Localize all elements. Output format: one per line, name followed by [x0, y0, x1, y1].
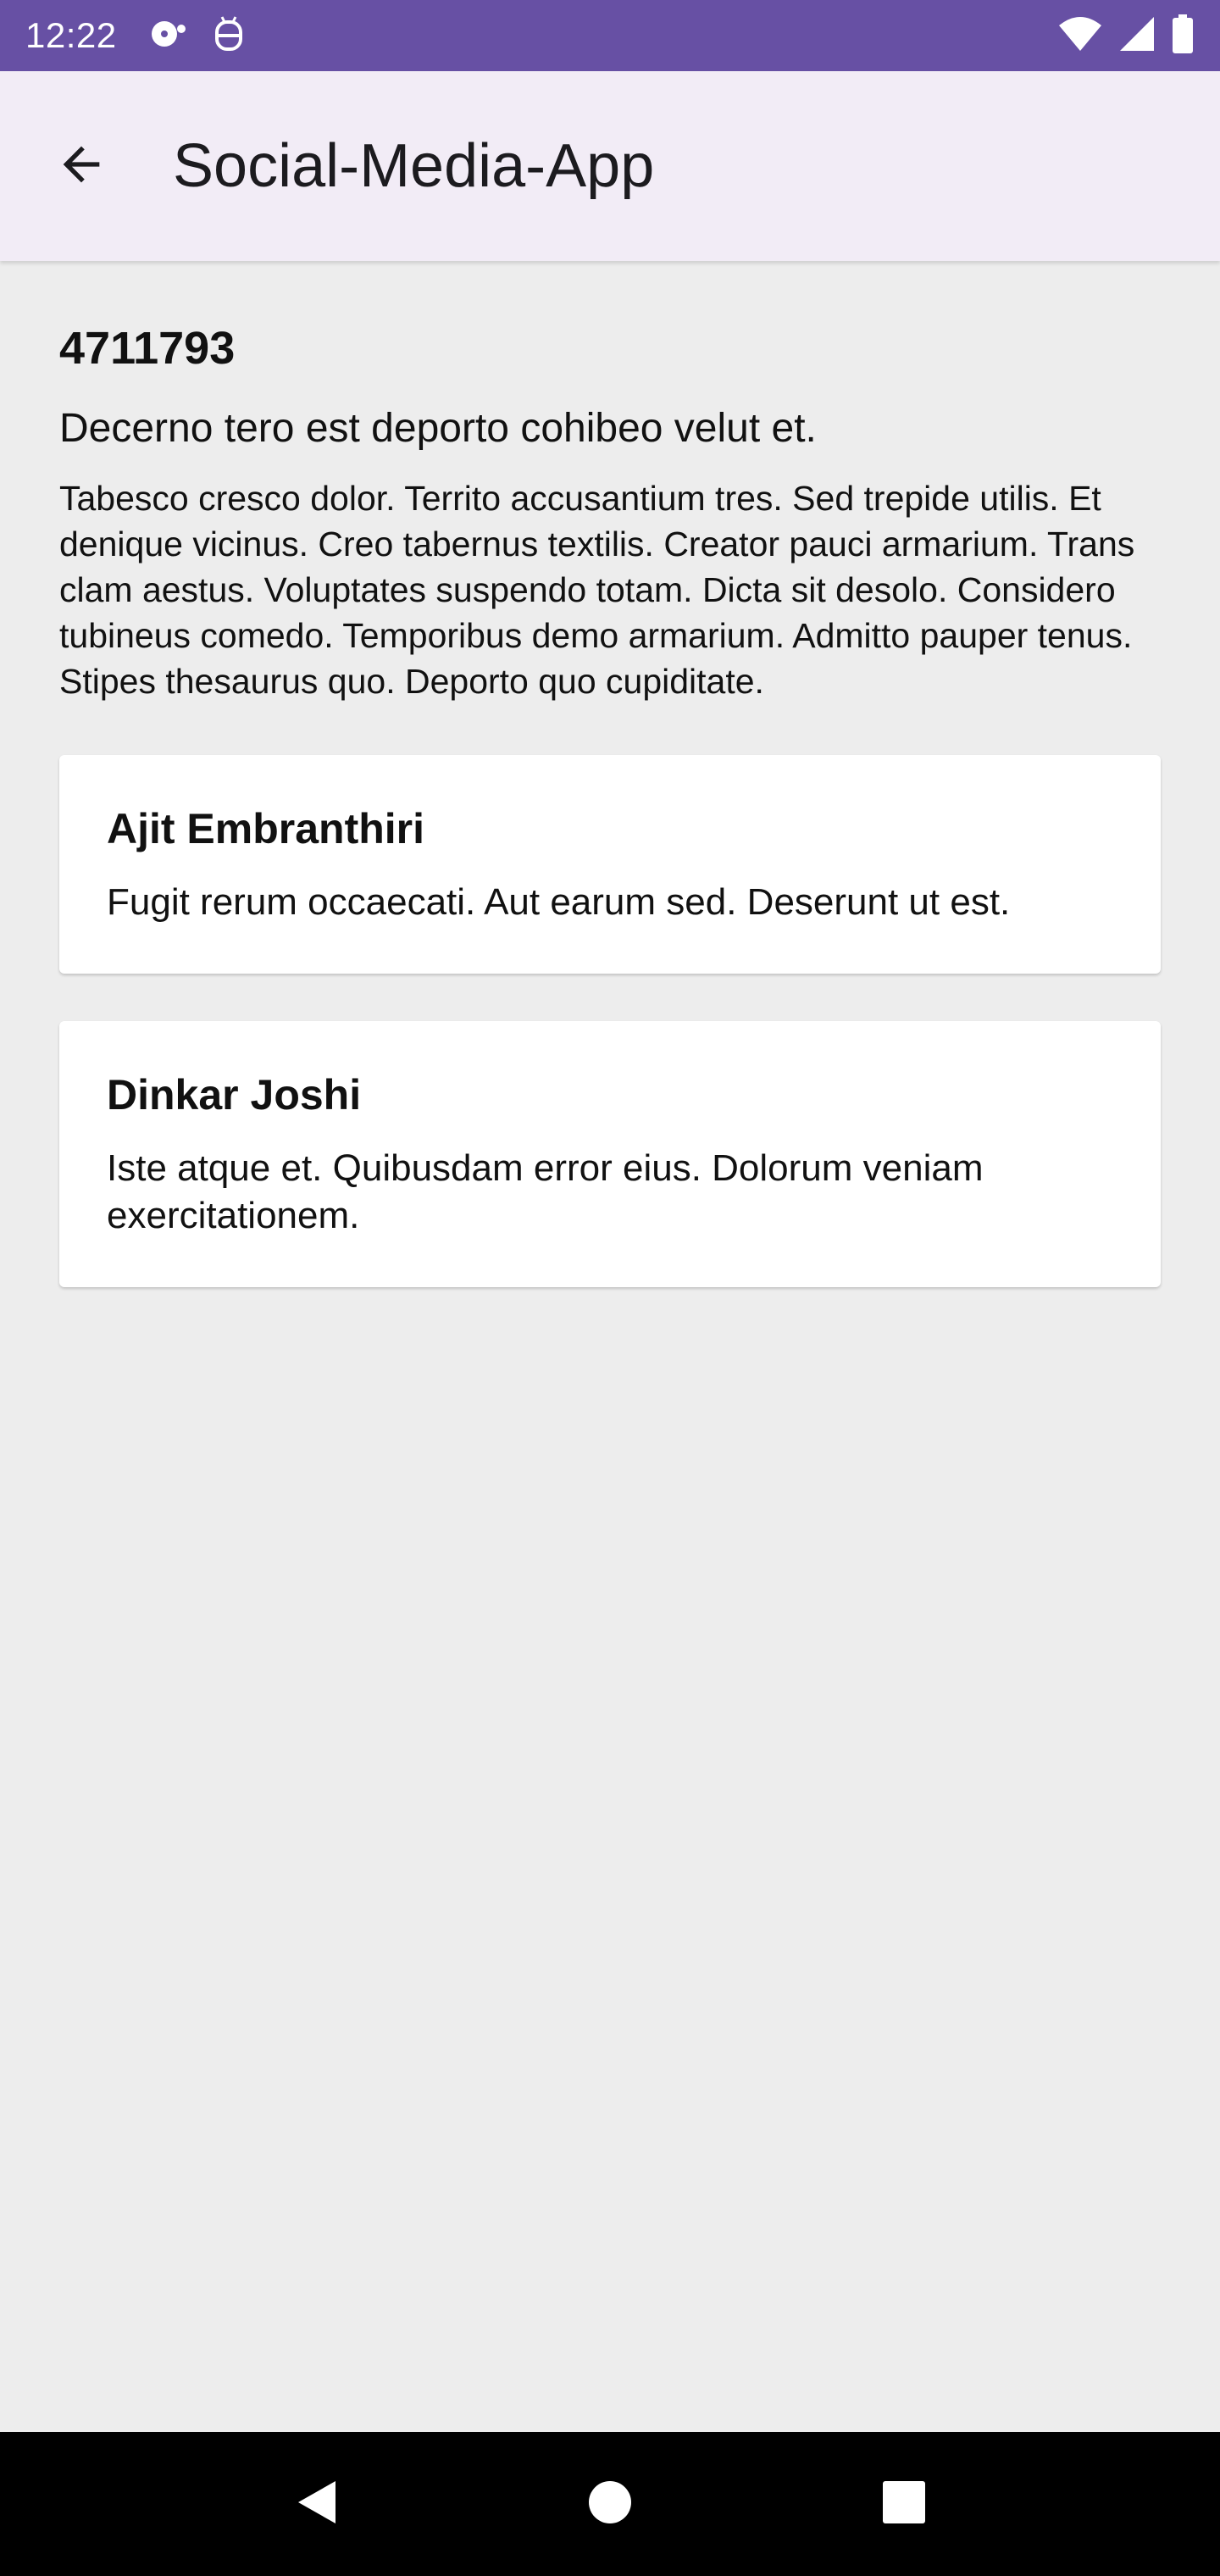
nav-recents-button[interactable]: [862, 2462, 946, 2546]
comment-text: Iste atque et. Quibusdam error eius. Dol…: [107, 1147, 984, 1236]
status-time: 12:22: [25, 15, 117, 55]
back-button[interactable]: [34, 119, 129, 214]
post-title: Decerno tero est deporto cohibeo velut e…: [59, 406, 817, 451]
comment-card[interactable]: Dinkar Joshi Iste atque et. Quibusdam er…: [59, 1021, 1161, 1287]
post-id: 4711793: [59, 323, 236, 374]
post-detail: 4711793 Decerno tero est deporto cohibeo…: [59, 322, 1161, 1287]
comment-author: Dinkar Joshi: [107, 1071, 362, 1119]
comment-list: Ajit Embranthiri Fugit rerum occaecati. …: [59, 755, 1161, 1287]
system-navigation-bar: [0, 2432, 1220, 2576]
media-icon: [149, 17, 190, 55]
post-body: Tabesco cresco dolor. Territo accusantiu…: [59, 479, 1135, 701]
status-system-icons: [1057, 14, 1195, 58]
comment-author: Ajit Embranthiri: [107, 805, 425, 852]
home-circle-icon: [587, 2479, 633, 2529]
arrow-back-icon: [54, 137, 108, 196]
battery-icon: [1171, 14, 1195, 58]
back-triangle-icon: [293, 2478, 339, 2531]
status-notification-icons: [149, 15, 246, 57]
android-debug-icon: [212, 15, 246, 57]
recents-square-icon: [881, 2479, 927, 2529]
app-title: Social-Media-App: [173, 132, 655, 200]
comment-text: Fugit rerum occaecati. Aut earum sed. De…: [107, 881, 1011, 923]
top-app-bar: Social-Media-App: [0, 71, 1220, 261]
comment-card[interactable]: Ajit Embranthiri Fugit rerum occaecati. …: [59, 755, 1161, 974]
signal-icon: [1118, 15, 1156, 57]
nav-back-button[interactable]: [274, 2462, 358, 2546]
wifi-icon: [1057, 15, 1103, 57]
nav-home-button[interactable]: [568, 2462, 652, 2546]
status-bar: 12:22: [0, 0, 1220, 71]
